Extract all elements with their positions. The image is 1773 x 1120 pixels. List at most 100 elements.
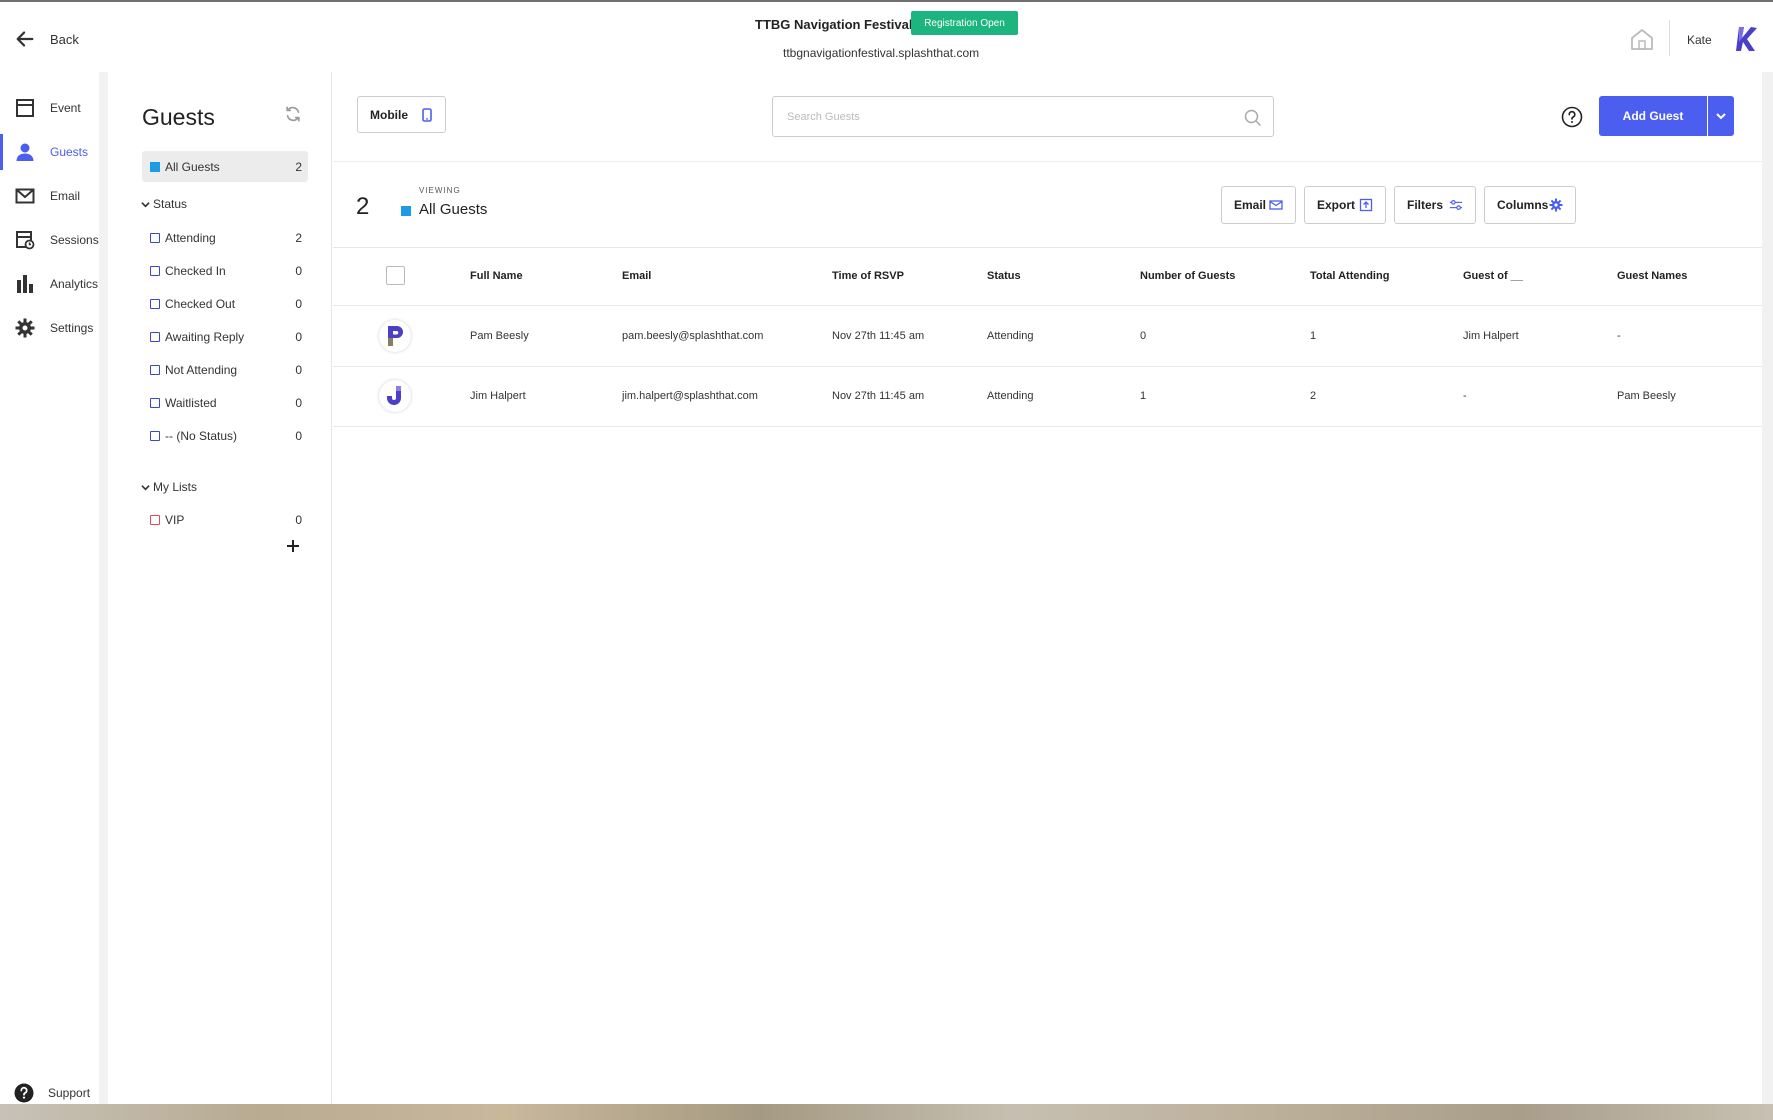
mobile-button[interactable]: Mobile xyxy=(357,96,446,133)
checkbox-icon xyxy=(150,398,160,408)
letter-j-avatar-icon xyxy=(387,386,401,405)
nav-item-sessions[interactable]: Sessions xyxy=(0,218,99,262)
status-count: 0 xyxy=(295,297,302,311)
table-row[interactable]: Jim Halpert jim.halpert@splashthat.com N… xyxy=(333,366,1762,426)
column-header-status[interactable]: Status xyxy=(987,270,1021,282)
status-label: Waitlisted xyxy=(165,396,217,410)
mail-icon xyxy=(1269,200,1283,210)
checkbox-icon xyxy=(150,332,160,342)
column-header-total-attending[interactable]: Total Attending xyxy=(1310,270,1389,282)
list-item-vip[interactable]: VIP 0 xyxy=(142,508,308,532)
registration-status-badge[interactable]: Registration Open xyxy=(911,11,1018,35)
user-avatar-icon[interactable] xyxy=(1733,24,1759,54)
cell-full-name: Pam Beesly xyxy=(470,330,529,342)
cell-status: Attending xyxy=(987,330,1034,342)
guest-avatar xyxy=(379,380,411,412)
status-item-no-status[interactable]: -- (No Status) 0 xyxy=(142,424,308,448)
export-button[interactable]: Export xyxy=(1304,186,1386,224)
list-label: All Guests xyxy=(165,160,220,174)
status-item-attending[interactable]: Attending 2 xyxy=(142,226,308,250)
cell-rsvp-time: Nov 27th 11:45 am xyxy=(832,390,925,402)
column-header-number-of-guests[interactable]: Number of Guests xyxy=(1140,270,1235,282)
add-guest-button[interactable]: Add Guest xyxy=(1599,96,1707,136)
divider xyxy=(333,161,1762,162)
cell-total-attending: 2 xyxy=(1310,390,1317,402)
columns-button-label: Columns xyxy=(1497,198,1549,212)
status-label: Checked In xyxy=(165,264,226,278)
help-circle-icon xyxy=(14,1083,34,1103)
nav-item-guests[interactable]: Guests xyxy=(0,130,99,174)
nav-item-analytics[interactable]: Analytics xyxy=(0,262,99,306)
filters-button-label: Filters xyxy=(1407,198,1444,212)
column-header-email[interactable]: Email xyxy=(622,270,651,282)
search-input[interactable] xyxy=(787,107,1217,127)
gear-icon xyxy=(14,317,36,339)
checkbox-icon xyxy=(150,515,160,525)
select-all-checkbox[interactable] xyxy=(386,266,405,285)
nav-label: Sessions xyxy=(50,233,99,247)
guest-count: 2 xyxy=(356,193,370,220)
viewing-label: VIEWING xyxy=(419,186,461,195)
table-row[interactable]: Pam Beesly pam.beesly@splashthat.com Nov… xyxy=(333,306,1762,366)
chevron-down-icon xyxy=(141,201,150,207)
status-count: 0 xyxy=(295,264,302,278)
my-lists-section-toggle[interactable]: My Lists xyxy=(141,480,197,494)
status-count: 0 xyxy=(295,330,302,344)
status-count: 2 xyxy=(295,231,302,245)
cell-total-attending: 1 xyxy=(1310,330,1317,342)
list-color-swatch xyxy=(401,206,411,216)
guest-lists-panel: Guests All Guests 2 Status Attending 2 C… xyxy=(117,72,332,1104)
add-guest-dropdown-button[interactable] xyxy=(1708,96,1734,136)
export-button-label: Export xyxy=(1317,198,1356,212)
column-header-guest-of[interactable]: Guest of __ xyxy=(1463,270,1523,282)
status-section-toggle[interactable]: Status xyxy=(141,197,187,211)
nav-label: Analytics xyxy=(50,277,99,291)
back-button[interactable]: Back xyxy=(14,28,79,50)
status-count: 0 xyxy=(295,363,302,377)
filters-button[interactable]: Filters xyxy=(1394,186,1476,224)
cell-rsvp-time: Nov 27th 11:45 am xyxy=(832,330,925,342)
list-item-all-guests[interactable]: All Guests 2 xyxy=(142,151,308,182)
column-header-guest-names[interactable]: Guest Names xyxy=(1617,270,1687,282)
refresh-icon[interactable] xyxy=(284,105,302,123)
checkbox-icon xyxy=(150,299,160,309)
status-count: 0 xyxy=(295,429,302,443)
status-item-awaiting-reply[interactable]: Awaiting Reply 0 xyxy=(142,325,308,349)
search-box xyxy=(772,96,1274,137)
nav-label: Email xyxy=(50,189,81,203)
row-divider xyxy=(333,426,1762,427)
column-header-time-of-rsvp[interactable]: Time of RSVP xyxy=(832,270,904,282)
chevron-down-icon xyxy=(141,484,150,490)
status-item-waitlisted[interactable]: Waitlisted 0 xyxy=(142,391,308,415)
nav-item-settings[interactable]: Settings xyxy=(0,306,99,350)
cell-guest-of: Jim Halpert xyxy=(1463,330,1519,342)
nav-item-email[interactable]: Email xyxy=(0,174,99,218)
email-button[interactable]: Email xyxy=(1221,186,1296,224)
event-url-link[interactable]: ttbgnavigationfestival.splashthat.com xyxy=(783,46,979,60)
list-count: 2 xyxy=(295,160,302,174)
home-icon[interactable] xyxy=(1630,28,1654,50)
checkbox-icon xyxy=(150,365,160,375)
cell-guest-names: Pam Beesly xyxy=(1617,390,1676,402)
search-icon[interactable] xyxy=(1244,109,1262,127)
column-header-full-name[interactable]: Full Name xyxy=(470,270,523,282)
status-item-checked-in[interactable]: Checked In 0 xyxy=(142,259,308,283)
nav-item-event[interactable]: Event xyxy=(0,86,99,130)
add-list-plus-icon[interactable] xyxy=(285,538,301,554)
support-button[interactable]: Support xyxy=(14,1083,90,1103)
cell-full-name: Jim Halpert xyxy=(470,390,526,402)
status-item-checked-out[interactable]: Checked Out 0 xyxy=(142,292,308,316)
status-item-not-attending[interactable]: Not Attending 0 xyxy=(142,358,308,382)
help-icon[interactable] xyxy=(1561,106,1583,128)
list-label: VIP xyxy=(165,513,185,527)
panel-title: Guests xyxy=(142,104,215,130)
status-count: 0 xyxy=(295,396,302,410)
current-list-name: All Guests xyxy=(419,201,488,218)
mobile-label: Mobile xyxy=(370,107,408,122)
user-name[interactable]: Kate xyxy=(1687,33,1712,47)
sliders-icon xyxy=(1449,200,1463,210)
columns-button[interactable]: Columns xyxy=(1484,186,1576,224)
app-window: Back TTBG Navigation Festival Registrati… xyxy=(0,0,1773,1120)
cell-number-of-guests: 0 xyxy=(1140,330,1147,342)
my-lists-heading: My Lists xyxy=(153,480,198,494)
